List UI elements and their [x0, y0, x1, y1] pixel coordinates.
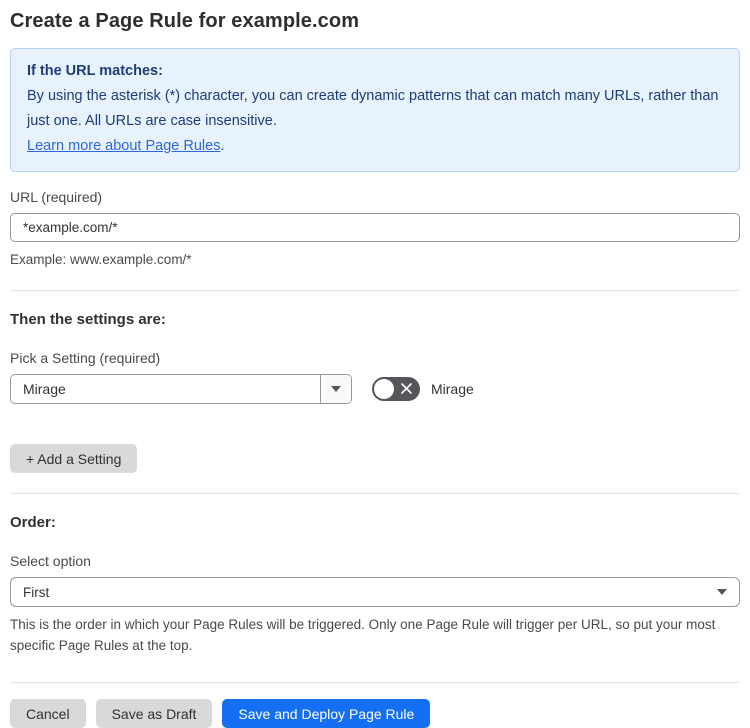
add-setting-button[interactable]: + Add a Setting	[10, 444, 138, 473]
link-suffix: .	[220, 138, 225, 154]
url-example-helper: Example: www.example.com/*	[10, 252, 192, 267]
info-box-heading: If the URL matches:	[27, 63, 163, 79]
order-select-label: Select option	[10, 553, 91, 569]
setting-dropdown[interactable]: Mirage	[10, 374, 352, 404]
order-select-value: First	[23, 584, 50, 600]
url-field-label: URL (required)	[10, 189, 103, 205]
save-draft-button[interactable]: Save as Draft	[95, 699, 213, 728]
info-box-link-line: Learn more about Page Rules.	[27, 134, 723, 159]
toggle-label: Mirage	[431, 381, 474, 397]
order-select[interactable]: First	[10, 577, 740, 607]
setting-dropdown-value: Mirage	[23, 381, 66, 397]
chevron-down-icon	[717, 589, 727, 595]
x-icon	[401, 383, 412, 394]
toggle-knob	[374, 379, 394, 399]
pick-setting-label: Pick a Setting (required)	[10, 350, 161, 366]
chevron-down-icon	[331, 386, 341, 392]
learn-more-link[interactable]: Learn more about Page Rules	[27, 138, 220, 154]
order-section-heading: Order:	[10, 514, 56, 531]
section-divider	[10, 493, 740, 494]
footer-button-bar: Cancel Save as Draft Save and Deploy Pag…	[10, 699, 740, 728]
url-matches-info-box: If the URL matches: By using the asteris…	[10, 48, 740, 172]
settings-section-heading: Then the settings are:	[10, 311, 166, 328]
section-divider	[10, 290, 740, 291]
info-box-body: By using the asterisk (*) character, you…	[27, 88, 719, 129]
order-helper-text: This is the order in which your Page Rul…	[10, 617, 716, 653]
setting-dropdown-arrow-button[interactable]	[320, 375, 351, 403]
cancel-button[interactable]: Cancel	[10, 699, 86, 728]
setting-row: Mirage Mirage	[10, 374, 740, 404]
footer-divider	[10, 682, 740, 683]
mirage-toggle[interactable]	[372, 377, 420, 401]
page-title: Create a Page Rule for example.com	[10, 10, 360, 32]
save-deploy-button[interactable]: Save and Deploy Page Rule	[222, 699, 431, 728]
url-input[interactable]	[10, 213, 740, 242]
